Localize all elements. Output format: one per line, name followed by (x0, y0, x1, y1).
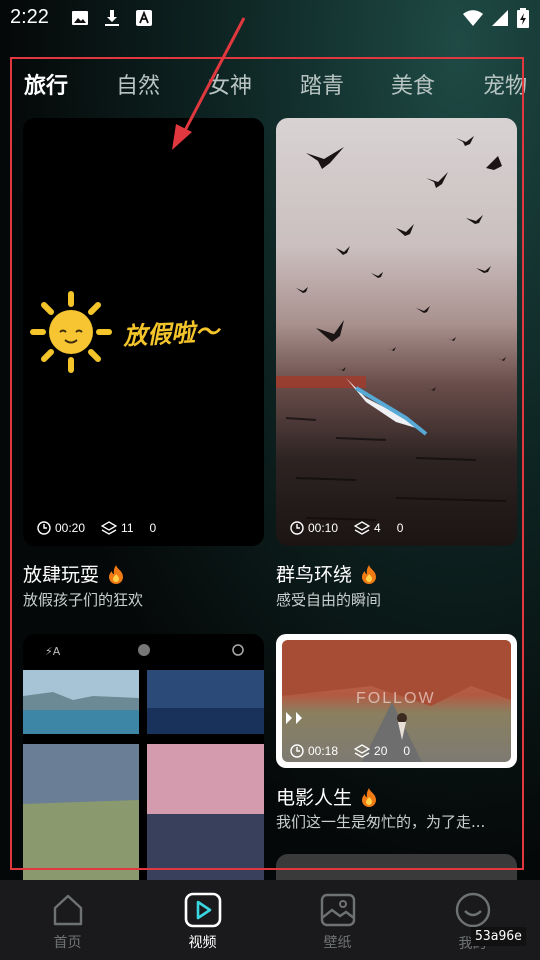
video-subtitle: 我们这一生是匆忙的，为了走... (276, 813, 486, 831)
nav-wallpaper[interactable]: 壁纸 (270, 880, 405, 960)
layers-icon (354, 744, 371, 758)
category-tabs: 旅行 自然 女神 踏青 美食 宠物 (0, 68, 540, 104)
video-meta: 00:20 11 0 (37, 521, 156, 535)
font-icon (136, 10, 152, 26)
clock-icon (290, 521, 304, 535)
video-subtitle: 感受自由的瞬间 (276, 591, 382, 609)
svg-text:⚡A: ⚡A (45, 645, 61, 658)
tab-food[interactable]: 美食 (391, 68, 435, 100)
layers-icon (354, 521, 371, 535)
tab-travel[interactable]: 旅行 (24, 68, 68, 100)
collage-image: ⚡A (23, 644, 264, 880)
like-count: 0 (403, 744, 411, 758)
status-time: 2:22 (10, 6, 49, 28)
layer-count: 20 (374, 744, 388, 758)
duration: 00:20 (55, 521, 86, 535)
video-meta: 00:10 4 0 (290, 521, 403, 535)
video-card-collage[interactable]: ⚡A (23, 634, 264, 880)
video-title-text: 电影人生 (276, 787, 353, 809)
video-meta: 00:18 20 0 (290, 744, 410, 758)
video-card-holiday[interactable]: 放假啦～ 00:20 11 0 (23, 118, 264, 546)
birds-image (276, 136, 507, 521)
image-icon (72, 11, 88, 25)
video-title-text: 群鸟环绕 (276, 564, 353, 586)
bottom-nav: 首页 视频 壁纸 我的 53a96e (0, 880, 540, 960)
film-overlay-text: FOLLOW (356, 690, 436, 707)
profile-icon (455, 892, 490, 928)
annotation-arrow (172, 17, 246, 150)
video-card-birds[interactable]: 00:10 4 0 (276, 118, 517, 546)
wallpaper-icon (320, 893, 355, 927)
nav-profile[interactable]: 我的 (405, 880, 540, 960)
video-subtitle: 放假孩子们的狂欢 (23, 591, 144, 609)
video-title: 电影人生 (276, 783, 378, 810)
signal-icon (492, 10, 508, 26)
video-title: 群鸟环绕 (276, 560, 378, 587)
flame-icon (362, 787, 377, 807)
tab-nature[interactable]: 自然 (116, 68, 160, 100)
nav-video[interactable]: 视频 (135, 880, 270, 960)
tab-pets[interactable]: 宠物 (483, 68, 527, 100)
nav-label: 视频 (188, 935, 217, 951)
layer-count: 4 (374, 521, 381, 535)
nav-label: 首页 (53, 935, 82, 951)
like-count: 0 (149, 521, 157, 535)
layer-count: 11 (121, 521, 134, 535)
video-card-film[interactable]: FOLLOW 00:18 20 0 (276, 634, 517, 768)
watermark-text: 53a96e (471, 927, 526, 946)
video-title: 放肆玩耍 (23, 560, 125, 587)
home-icon (53, 894, 82, 926)
tab-outing[interactable]: 踏青 (300, 68, 344, 100)
duration: 00:18 (308, 744, 339, 758)
video-title-text: 放肆玩耍 (23, 564, 100, 586)
clock-icon (37, 521, 51, 535)
flame-icon (362, 564, 377, 584)
download-icon (105, 10, 119, 26)
like-count: 0 (396, 521, 404, 535)
video-card-next[interactable] (276, 854, 517, 880)
layers-icon (101, 521, 118, 535)
clock-icon (290, 744, 304, 758)
battery-icon (517, 8, 529, 28)
holiday-overlay-text: 放假啦～ (122, 317, 220, 351)
play-icon (184, 892, 221, 928)
nav-label: 壁纸 (323, 935, 352, 951)
sun-icon (30, 291, 112, 373)
status-bar: 2:22 (0, 0, 540, 36)
wifi-icon (463, 10, 483, 26)
nav-home[interactable]: 首页 (0, 880, 135, 960)
flame-icon (109, 564, 124, 584)
duration: 00:10 (308, 521, 339, 535)
